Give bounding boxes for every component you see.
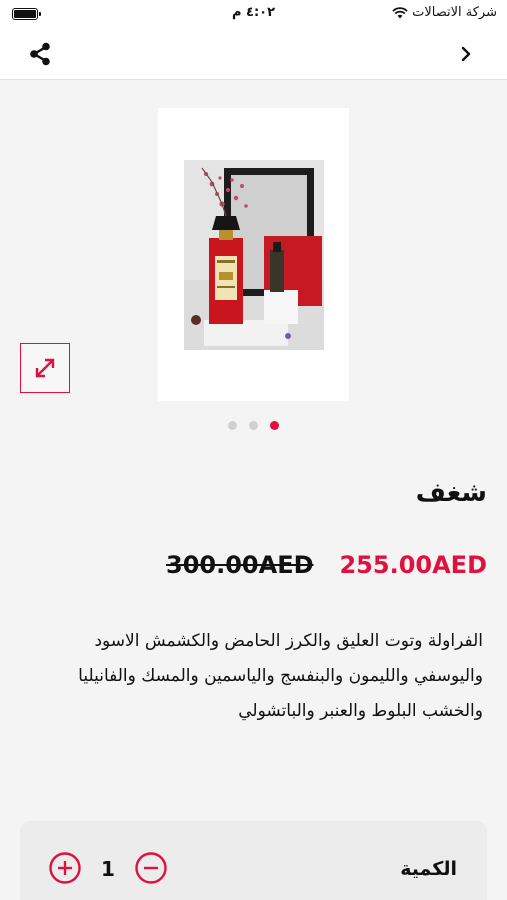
share-button[interactable] <box>26 40 54 68</box>
product-title: شغف <box>415 478 487 508</box>
minus-circle-icon <box>135 852 167 884</box>
plus-circle-icon <box>49 852 81 884</box>
decrease-quantity-button[interactable] <box>134 851 168 885</box>
original-price: 300.00AED <box>166 551 314 579</box>
quantity-selector: الكمية 1 <box>20 821 487 900</box>
increase-quantity-button[interactable] <box>48 851 82 885</box>
quantity-value: 1 <box>101 857 115 881</box>
share-icon <box>30 42 50 66</box>
expand-icon <box>35 358 55 378</box>
navigation-bar <box>0 30 507 80</box>
description-line: واليوسفي والليمون والبنفسج والياسمين وال… <box>78 666 483 686</box>
pager-dot[interactable] <box>249 421 258 430</box>
battery-icon <box>12 8 41 20</box>
product-image-card[interactable] <box>158 108 349 401</box>
expand-image-button[interactable] <box>20 343 70 393</box>
description-line: والخشب البلوط والعنبر والباتشولي <box>238 701 483 721</box>
status-time: ٤:٠٢ م <box>231 5 276 20</box>
product-description: الفراولة وتوت العليق والكرز الحامض والكش… <box>23 624 483 729</box>
quantity-label: الكمية <box>400 858 457 880</box>
chevron-right-icon <box>461 46 471 62</box>
wifi-icon <box>392 6 408 18</box>
product-photo <box>184 160 324 350</box>
status-bar: شركة الاتصالات ٤:٠٢ م <box>0 0 507 30</box>
back-button[interactable] <box>457 42 477 66</box>
carrier-name: شركة الاتصالات <box>412 5 497 20</box>
pager-dot-active[interactable] <box>270 421 279 430</box>
current-price: 255.00AED <box>339 551 487 579</box>
carrier-info: شركة الاتصالات <box>392 5 497 20</box>
pager-dot[interactable] <box>228 421 237 430</box>
description-line: الفراولة وتوت العليق والكرز الحامض والكش… <box>94 631 483 651</box>
image-pager-dots <box>228 421 279 430</box>
